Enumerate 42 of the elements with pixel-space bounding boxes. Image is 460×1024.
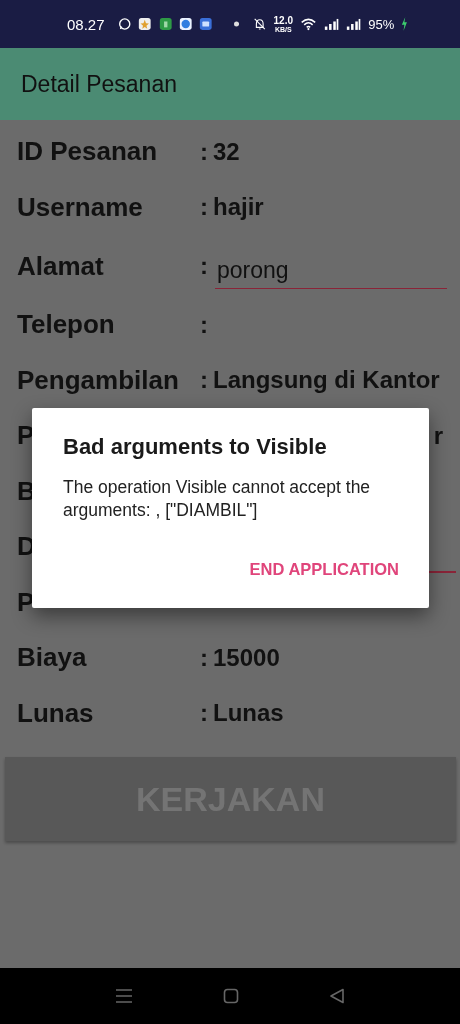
menu-icon[interactable] [115, 988, 133, 1004]
colon: : [200, 366, 209, 395]
status-time: 08.27 [67, 15, 105, 33]
field-label: Telepon [17, 309, 116, 341]
field-label: ID Pesanan [17, 136, 159, 168]
input-field[interactable]: porong [215, 253, 447, 289]
field-label: Alamat [17, 250, 105, 282]
muted-bell-icon [253, 16, 267, 32]
signal-icon [346, 17, 362, 31]
notification-dot-icon [233, 21, 240, 27]
colon: : [200, 643, 209, 672]
home-icon[interactable] [223, 988, 239, 1004]
app-bar-title: Detail Pesanan [21, 70, 177, 98]
battery-level: 95% [368, 16, 395, 32]
colon: : [200, 137, 209, 166]
colon: : [200, 310, 209, 339]
colon: : [200, 252, 209, 280]
app-icon [179, 16, 193, 32]
field-label: Username [17, 191, 144, 223]
field-value: Lunas [213, 699, 284, 728]
app-icon [158, 16, 172, 32]
field-label: Pengambilan [17, 364, 180, 396]
colon: : [200, 699, 209, 728]
star-app-icon [138, 16, 152, 32]
field-value: Langsung di Kantor [213, 366, 440, 395]
field-label: P [17, 586, 35, 618]
field-value: r [433, 421, 443, 450]
end-application-button[interactable]: END APPLICATION [249, 553, 399, 585]
field-value: 32 [213, 137, 240, 166]
field-label: Lunas [17, 697, 95, 729]
chat-app-icon [117, 16, 132, 32]
wifi-icon [300, 16, 317, 32]
field-value: hajir [213, 193, 264, 222]
dialog-title: Bad arguments to Visible [63, 434, 327, 460]
field-label: Biaya [17, 642, 88, 674]
back-icon[interactable] [329, 988, 345, 1004]
dialog-message: The operation Visible cannot accept the arguments: , ["DIAMBIL"] [63, 476, 372, 522]
field-value: 15000 [213, 643, 280, 672]
message-app-icon [199, 16, 213, 32]
colon: : [200, 193, 209, 222]
signal-icon [323, 17, 339, 31]
field-label: P [17, 420, 35, 452]
